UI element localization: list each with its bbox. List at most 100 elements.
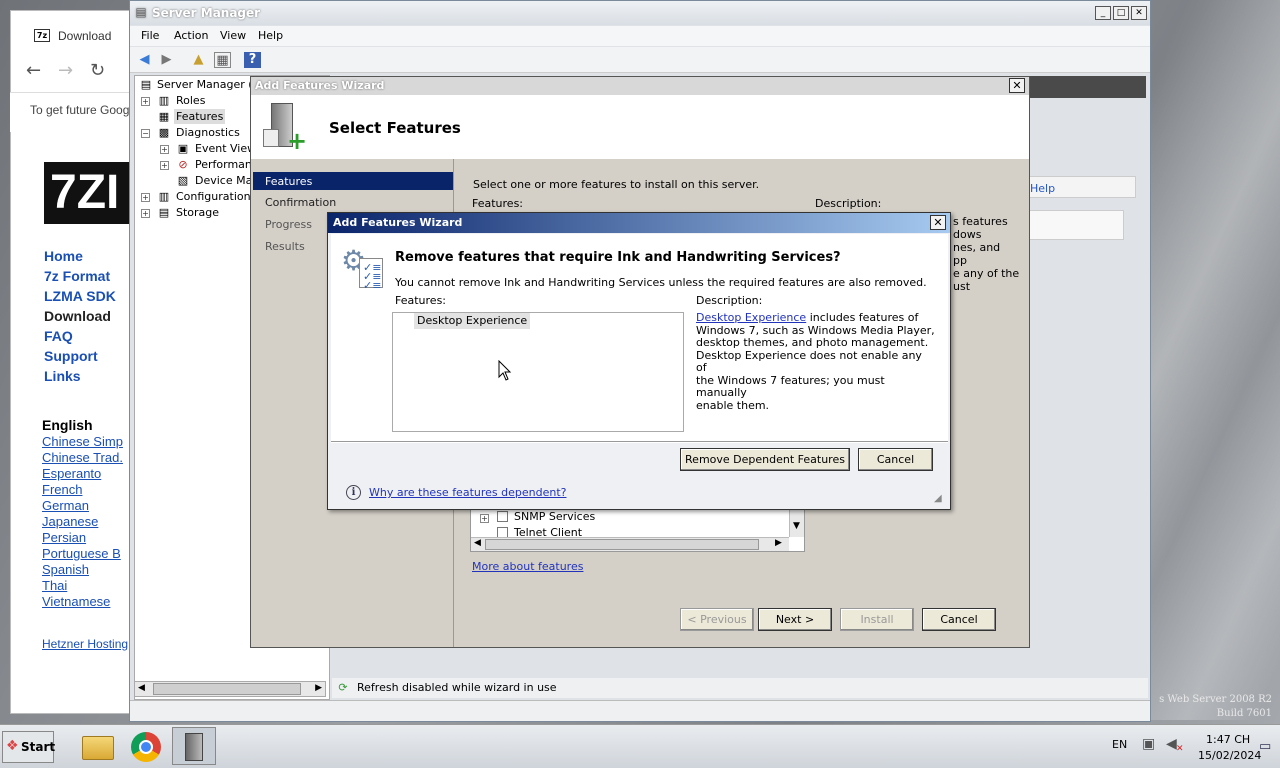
dialog-close-button[interactable]: ✕	[930, 215, 946, 230]
menu-action[interactable]: Action	[174, 29, 208, 42]
nav-link-faq[interactable]: FAQ	[44, 328, 73, 344]
language-link[interactable]: Thai	[42, 578, 67, 593]
nav-link-lzma-sdk[interactable]: LZMA SDK	[44, 288, 116, 304]
step-features[interactable]: Features	[253, 172, 453, 190]
show-desktop-icon[interactable]: ▭	[1259, 739, 1271, 754]
list-scroll-down-icon[interactable]: ▼	[793, 521, 800, 531]
resize-grip-icon[interactable]: ◢	[934, 494, 946, 506]
list-scroll-right-icon[interactable]: ▶	[775, 538, 782, 548]
nav-link-7z-format[interactable]: 7z Format	[44, 268, 110, 284]
nav-link-download[interactable]: Download	[44, 308, 111, 324]
browser-tab[interactable]: 7z Download	[20, 22, 130, 50]
minimize-button[interactable]: _	[1095, 6, 1111, 20]
next-button[interactable]: Next >	[758, 608, 832, 631]
tree-storage[interactable]: Storage	[176, 206, 219, 219]
dialog-title: Add Features Wizard	[333, 216, 463, 229]
expand-snmp-icon[interactable]: +	[480, 514, 489, 523]
clock-date[interactable]: 15/02/2024	[1198, 749, 1261, 762]
gear-checklist-icon: ⚙ ✓≡ ✓≡ ✓≡	[341, 244, 383, 292]
description-line: desktop themes, and photo management.	[696, 336, 929, 349]
language-link[interactable]: Esperanto	[42, 466, 101, 481]
tree-features[interactable]: Features	[174, 109, 226, 124]
tree-performance[interactable]: Performanc	[195, 158, 258, 171]
tree-horizontal-scrollbar[interactable]: ◀ ▶	[134, 681, 326, 697]
expand-event-viewer-icon[interactable]: +	[160, 145, 169, 154]
wizard-titlebar[interactable]: Add Features Wizard ✕	[251, 77, 1029, 95]
feature-desktop-experience[interactable]: Desktop Experience	[414, 313, 531, 329]
show-hide-tree-icon[interactable]: ▦	[214, 52, 231, 68]
help-icon[interactable]: ?	[244, 52, 261, 68]
maximize-button[interactable]: □	[1113, 6, 1129, 20]
nav-link-home[interactable]: Home	[44, 248, 83, 264]
collapse-diagnostics-icon[interactable]: −	[141, 129, 150, 138]
language-link[interactable]: Portuguese B	[42, 546, 121, 561]
forward-icon[interactable]: ▶	[158, 52, 175, 68]
language-link[interactable]: German	[42, 498, 89, 513]
chrome-taskbar-icon[interactable]	[124, 727, 168, 765]
forward-arrow-icon[interactable]: →	[58, 60, 73, 81]
language-link[interactable]: Vietnamese	[42, 594, 110, 609]
features-list[interactable]: + SNMP Services Telnet Client ◀ ▶ ▼	[470, 508, 805, 552]
language-link[interactable]: Spanish	[42, 562, 89, 577]
menu-file[interactable]: File	[141, 29, 159, 42]
why-dependent-link[interactable]: Why are these features dependent?	[369, 486, 566, 499]
tree-root[interactable]: Server Manager (W	[157, 78, 263, 91]
up-folder-icon[interactable]: ▲	[190, 52, 207, 68]
features-icon: ▦	[158, 110, 170, 123]
list-scroll-thumb[interactable]	[485, 539, 759, 550]
nav-link-links[interactable]: Links	[44, 368, 81, 384]
event-viewer-icon: ▣	[177, 142, 189, 155]
list-horizontal-scrollbar[interactable]: ◀ ▶	[471, 537, 789, 551]
dialog-separator	[331, 441, 948, 443]
network-icon[interactable]: ▣	[1142, 736, 1155, 752]
scroll-left-icon[interactable]: ◀	[138, 683, 145, 693]
expand-performance-icon[interactable]: +	[160, 161, 169, 170]
tree-roles[interactable]: Roles	[176, 94, 205, 107]
remove-dependent-features-button[interactable]: Remove Dependent Features	[680, 448, 850, 471]
expand-storage-icon[interactable]: +	[141, 209, 150, 218]
menu-view[interactable]: View	[220, 29, 246, 42]
server-manager-taskbar-icon[interactable]	[172, 727, 216, 765]
tree-diagnostics[interactable]: Diagnostics	[176, 126, 240, 139]
back-icon[interactable]: ◀	[136, 52, 153, 68]
dialog-titlebar[interactable]: Add Features Wizard ✕	[328, 213, 950, 233]
tab-title: Download	[58, 29, 112, 43]
list-vertical-scrollbar[interactable]: ▼	[789, 509, 804, 537]
wizard-close-button[interactable]: ✕	[1009, 78, 1025, 93]
hosting-link[interactable]: Hetzner Hosting	[42, 637, 128, 651]
list-scroll-left-icon[interactable]: ◀	[474, 538, 481, 548]
language-indicator[interactable]: EN	[1112, 738, 1127, 751]
previous-button[interactable]: < Previous	[680, 608, 754, 631]
install-button[interactable]: Install	[840, 608, 914, 631]
scroll-thumb[interactable]	[153, 683, 301, 695]
step-confirmation[interactable]: Confirmation	[265, 196, 336, 209]
help-panel-box	[1028, 210, 1124, 240]
nav-link-support[interactable]: Support	[44, 348, 98, 364]
wizard-cancel-button[interactable]: Cancel	[922, 608, 996, 631]
desktop-experience-link[interactable]: Desktop Experience	[696, 311, 806, 324]
language-link[interactable]: Japanese	[42, 514, 98, 529]
clock-time[interactable]: 1:47 CH	[1206, 733, 1250, 746]
scroll-right-icon[interactable]: ▶	[315, 683, 322, 693]
explorer-taskbar-icon[interactable]	[76, 727, 120, 765]
language-link[interactable]: Chinese Trad.	[42, 450, 123, 465]
snmp-checkbox[interactable]	[497, 511, 508, 522]
language-link[interactable]: Persian	[42, 530, 86, 545]
help-link[interactable]: Help	[1030, 182, 1055, 195]
menu-help[interactable]: Help	[258, 29, 283, 42]
tree-configuration[interactable]: Configuration	[176, 190, 251, 203]
reload-icon[interactable]: ↻	[90, 60, 105, 81]
server-manager-titlebar[interactable]: ▤ Server Manager _ □ ✕	[130, 1, 1150, 25]
language-link[interactable]: Chinese Simp	[42, 434, 123, 449]
expand-roles-icon[interactable]: +	[141, 97, 150, 106]
expand-configuration-icon[interactable]: +	[141, 193, 150, 202]
back-arrow-icon[interactable]: ←	[26, 60, 41, 81]
dialog-cancel-button[interactable]: Cancel	[858, 448, 933, 471]
more-about-features-link[interactable]: More about features	[472, 560, 583, 573]
language-link[interactable]: French	[42, 482, 82, 497]
snmp-services-item[interactable]: SNMP Services	[514, 510, 595, 523]
dependent-features-list[interactable]	[392, 312, 684, 432]
info-icon: i	[346, 485, 361, 500]
start-button[interactable]: ❖ Start	[2, 731, 55, 763]
close-button[interactable]: ✕	[1131, 6, 1147, 20]
